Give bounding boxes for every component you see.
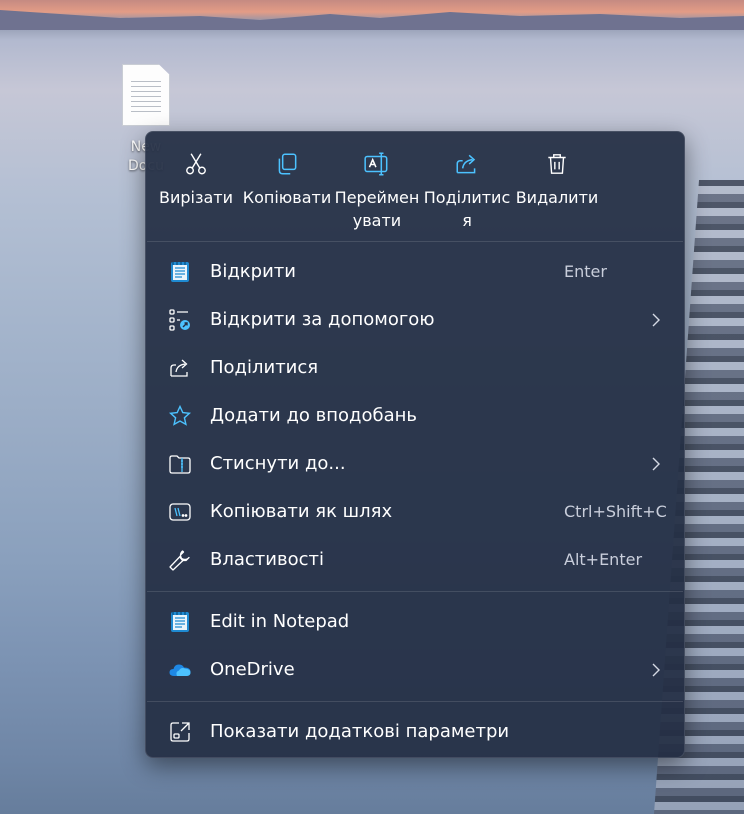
menu-item-show-more-options[interactable]: Показати додаткові параметри: [146, 709, 684, 755]
chevron-right-icon: [652, 313, 660, 327]
star-icon: [168, 404, 192, 426]
menu-item-onedrive-label: OneDrive: [210, 659, 295, 680]
menu-item-properties-label: Властивості: [210, 549, 324, 570]
cut-label: Вирізати: [158, 188, 233, 207]
menu-item-open[interactable]: Відкрити Enter: [146, 249, 684, 295]
menu-item-properties[interactable]: Властивості Alt+Enter: [146, 537, 684, 583]
menu-item-add-to-favorites-label: Додати до вподобань: [210, 405, 417, 426]
context-menu-toolbar: Вирізати Копіювати Перейменувати Поділит…: [146, 132, 684, 242]
menu-item-open-with[interactable]: Відкрити за допомогою: [146, 297, 684, 343]
onedrive-icon: [169, 664, 191, 676]
mountains-silhouette: [0, 10, 744, 30]
scissors-icon: [186, 153, 206, 175]
menu-item-edit-in-notepad[interactable]: Edit in Notepad: [146, 599, 684, 645]
share-icon: [456, 154, 476, 174]
menu-item-add-to-favorites[interactable]: Додати до вподобань: [146, 393, 684, 439]
context-menu: Вирізати Копіювати Перейменувати Поділит…: [145, 131, 685, 758]
menu-item-compress-to[interactable]: Стиснути до...: [146, 441, 684, 487]
copy-icon: [278, 153, 297, 175]
menu-item-show-more-options-label: Показати додаткові параметри: [210, 721, 510, 742]
menu-item-copy-as-path-shortcut: Ctrl+Shift+C: [564, 502, 667, 521]
trash-icon: [548, 154, 566, 174]
wrench-icon: [169, 550, 190, 571]
share-label: Поділитися: [423, 188, 511, 230]
more-options-icon: [170, 722, 190, 742]
copy-button[interactable]: Копіювати: [242, 146, 332, 209]
separator: [147, 591, 683, 592]
chevron-right-icon: [652, 663, 660, 677]
menu-item-open-label: Відкрити: [210, 261, 296, 282]
rename-icon: [364, 152, 388, 176]
menu-item-edit-in-notepad-label: Edit in Notepad: [210, 611, 350, 632]
delete-label: Видалити: [515, 188, 599, 207]
separator: [147, 701, 683, 702]
menu-item-share-label: Поділитися: [210, 357, 319, 378]
copy-path-icon: [169, 503, 191, 521]
delete-button[interactable]: Видалити: [512, 146, 602, 209]
menu-item-properties-shortcut: Alt+Enter: [564, 550, 643, 569]
menu-item-copy-as-path-label: Копіювати як шлях: [210, 501, 393, 522]
zip-folder-icon: [169, 455, 191, 474]
menu-item-open-shortcut: Enter: [564, 262, 607, 281]
rename-button[interactable]: Перейменувати: [332, 146, 422, 232]
chevron-right-icon: [652, 457, 660, 471]
notepad-icon: [171, 612, 189, 632]
menu-item-onedrive[interactable]: OneDrive: [146, 647, 684, 693]
copy-label: Копіювати: [242, 188, 332, 207]
share-icon: [170, 359, 188, 377]
cut-button[interactable]: Вирізати: [151, 146, 241, 209]
rename-label: Перейменувати: [334, 188, 420, 230]
notepad-icon: [171, 262, 189, 282]
menu-item-share[interactable]: Поділитися: [146, 345, 684, 391]
separator: [147, 241, 683, 242]
text-document-icon: [122, 64, 170, 126]
menu-item-compress-to-label: Стиснути до...: [210, 453, 346, 474]
menu-item-copy-as-path[interactable]: Копіювати як шлях Ctrl+Shift+C: [146, 489, 684, 535]
open-with-icon: [169, 309, 190, 331]
share-button[interactable]: Поділитися: [422, 146, 512, 232]
menu-item-open-with-label: Відкрити за допомогою: [210, 309, 435, 330]
